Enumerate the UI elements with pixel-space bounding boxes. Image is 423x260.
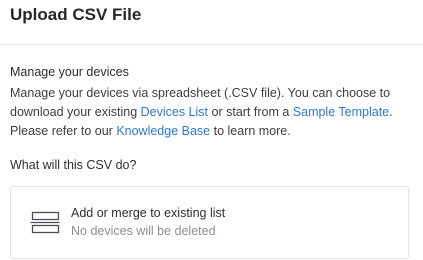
csv-action-heading: What will this CSV do? xyxy=(10,158,137,172)
description-line-2-mid: or start from a xyxy=(208,105,293,119)
description-line-2-post: . xyxy=(389,105,393,119)
sample-template-link[interactable]: Sample Template xyxy=(293,105,389,119)
description-line-2-pre: download your existing xyxy=(10,105,141,119)
manage-devices-heading: Manage your devices xyxy=(10,65,129,79)
merge-option-label: Add or merge to existing list xyxy=(71,205,226,220)
dialog-header: Upload CSV File xyxy=(0,0,423,45)
description-line-3-pre: Please refer to our xyxy=(10,124,117,138)
merge-option-card[interactable]: Add or merge to existing list No devices… xyxy=(10,186,409,259)
merge-option-text: Add or merge to existing list No devices… xyxy=(71,205,225,240)
merge-option-sublabel: No devices will be deleted xyxy=(71,223,216,238)
description-line-3-post: to learn more. xyxy=(210,124,291,138)
upload-csv-dialog: Upload CSV File Manage your devices Mana… xyxy=(0,0,423,260)
dialog-title: Upload CSV File xyxy=(10,5,142,24)
merge-list-icon xyxy=(30,211,60,234)
description-line-1: Manage your devices via spreadsheet (.CS… xyxy=(10,86,391,100)
knowledge-base-link[interactable]: Knowledge Base xyxy=(116,124,210,138)
dialog-body: Manage your devices Manage your devices … xyxy=(0,45,423,259)
manage-devices-description: Manage your devices via spreadsheet (.CS… xyxy=(10,84,410,141)
devices-list-link[interactable]: Devices List xyxy=(141,105,208,119)
